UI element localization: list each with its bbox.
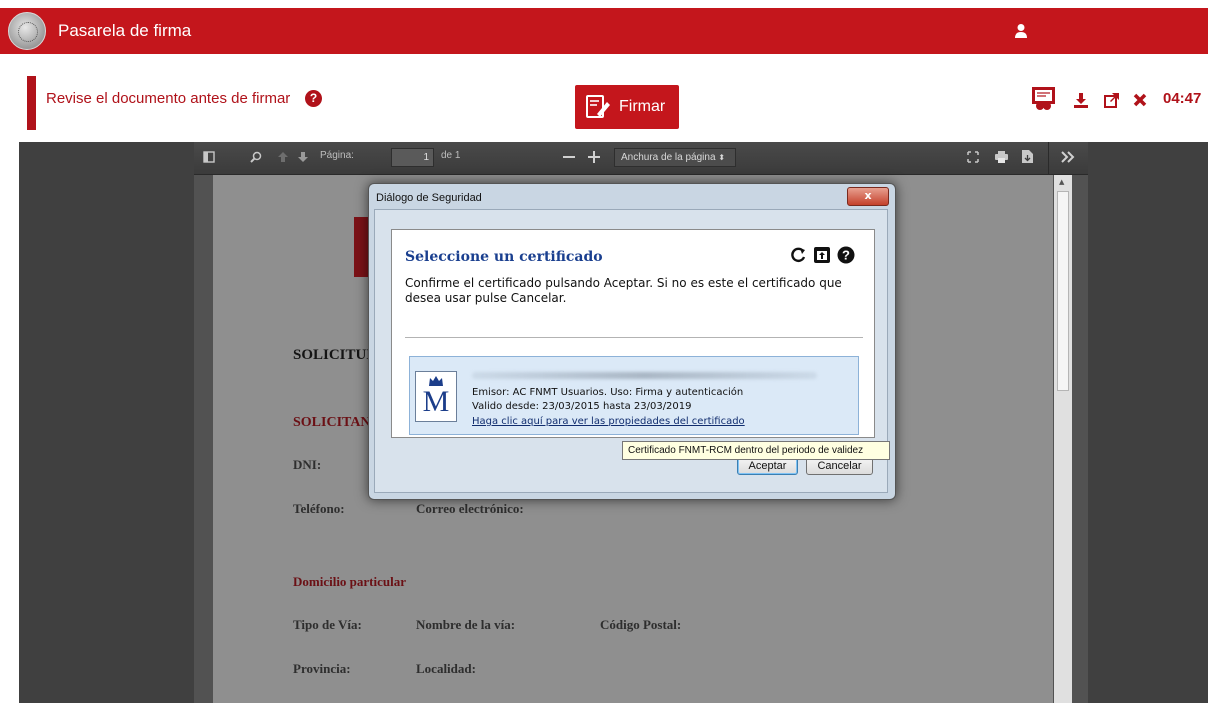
certificate-viewer-icon[interactable] [1030,84,1058,112]
redacted-certificate-owner [472,372,817,379]
svg-text:?: ? [842,248,850,263]
review-instruction: Revise el documento antes de firmar [46,90,291,107]
scrollbar-thumb[interactable] [1057,191,1069,391]
fnmt-logo-icon: M [415,371,457,422]
postal-code-label: Código Postal: [600,617,682,632]
zoom-out-icon[interactable] [563,154,575,160]
dialog-heading: Seleccione un certificado [405,249,603,265]
dialog-close-button[interactable]: x [847,187,889,206]
province-label: Provincia: [293,661,351,676]
help-icon[interactable]: ? [305,90,322,107]
certificate-properties-link[interactable]: Haga clic aquí para ver las propiedades … [472,416,745,427]
certificate-item[interactable]: M Emisor: AC FNMT Usuarios. Uso: Firma y… [409,356,859,435]
street-type-label: Tipo de Vía: [293,617,362,632]
page-number-input[interactable]: 1 [391,148,434,167]
page-label: Página: [320,150,354,161]
page-count: de 1 [441,150,461,161]
print-icon[interactable] [995,151,1008,163]
app-header: Pasarela de firma [0,8,1208,54]
scroll-up-arrow-icon[interactable]: ▲ [1059,178,1064,186]
app-title: Pasarela de firma [58,21,192,40]
page-scrollbar[interactable]: ▲ [1054,175,1072,703]
previous-page-icon[interactable] [277,151,289,163]
locality-label: Localidad: [416,661,476,676]
session-timer: 04:47 [1163,90,1202,107]
sign-button-label: Firmar [619,98,666,115]
pdf-toolbar: Página: 1 de 1 Anchura de la página ⬍ [194,142,1088,175]
accent-strip [27,76,36,130]
next-page-icon[interactable] [297,151,309,163]
download-icon[interactable] [1022,150,1033,163]
help-icon[interactable]: ? [837,246,855,264]
sidebar-toggle-icon[interactable] [203,151,215,163]
applicant-section-title: SOLICITANT [293,415,380,430]
address-section-title: Domicilio particular [293,574,407,589]
street-name-label: Nombre de la vía: [416,617,516,632]
toolbar-separator [1048,142,1049,174]
phone-label: Teléfono: [293,501,345,516]
certificate-panel: Seleccione un certificado ? Confirme el … [391,229,875,438]
user-icon[interactable] [1014,23,1028,39]
close-icon[interactable] [1132,92,1148,108]
zoom-in-icon[interactable] [588,151,600,163]
dialog-divider [405,337,863,338]
refresh-icon[interactable] [789,246,807,264]
open-external-icon[interactable] [1104,92,1120,108]
certificate-validity: Valido desde: 23/03/2015 hasta 23/03/201… [472,401,692,412]
fnmt-logo-letter: M [422,385,450,418]
more-tools-icon[interactable] [1061,151,1075,163]
email-label: Correo electrónico: [416,501,524,516]
dialog-description: Confirme el certificado pulsando Aceptar… [405,276,842,305]
zoom-select[interactable]: Anchura de la página ⬍ [614,148,736,167]
action-bar: Revise el documento antes de firmar ? Fi… [0,66,1208,132]
import-certificate-icon[interactable] [813,246,831,264]
dni-label: DNI: [293,457,322,472]
sign-document-icon [586,95,610,118]
institution-logo [8,12,46,50]
zoom-select-value: Anchura de la página [621,152,716,163]
download-icon[interactable] [1073,92,1089,108]
dialog-window-title: Diálogo de Seguridad [376,192,482,204]
certificate-tooltip: Certificado FNMT-RCM dentro del periodo … [622,441,890,460]
screen: Pasarela de firma Revise el documento an… [0,0,1208,703]
search-icon[interactable] [250,151,262,163]
sign-button[interactable]: Firmar [575,85,679,129]
certificate-issuer: Emisor: AC FNMT Usuarios. Uso: Firma y a… [472,387,744,398]
fullscreen-icon[interactable] [967,151,979,163]
document-heading: SOLICITUD [293,347,378,363]
chevron-updown-icon: ⬍ [718,153,726,162]
